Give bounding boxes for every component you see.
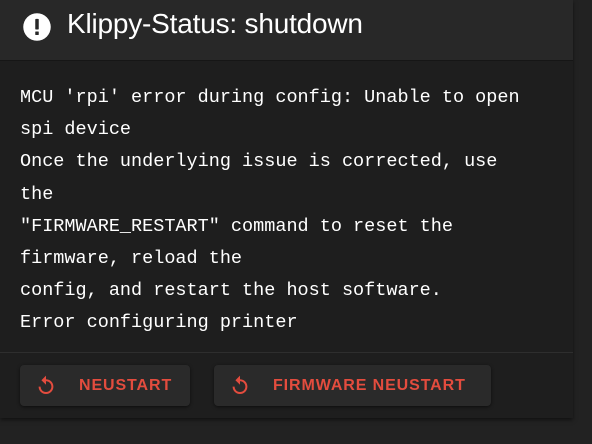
klippy-status-card: Klippy-Status: shutdown MCU 'rpi' error … [0, 0, 573, 418]
actions-divider [0, 352, 573, 353]
message-line: firmware, reload the [20, 248, 243, 270]
message-line: MCU 'rpi' error during config: Unable to… [20, 87, 520, 108]
firmware-restart-button-label: FIRMWARE NEUSTART [273, 377, 466, 394]
restart-button[interactable]: NEUSTART [20, 365, 190, 406]
message-line: Once the underlying issue is corrected, … [20, 151, 498, 173]
restart-icon [38, 375, 54, 394]
firmware-restart-button[interactable]: FIRMWARE NEUSTART [214, 365, 491, 406]
message-line: Error configuring printer [20, 312, 298, 334]
message-line: "FIRMWARE_RESTART" command to reset the [20, 215, 453, 237]
card-header: Klippy-Status: shutdown [0, 0, 573, 60]
restart-icon [232, 375, 248, 394]
message-line: spi device [20, 119, 132, 141]
header-divider [0, 60, 573, 61]
error-message: MCU 'rpi' error during config: Unable to… [20, 82, 560, 340]
message-line: the [20, 183, 54, 205]
alert-circle-icon [23, 13, 51, 41]
message-line: config, and restart the host software. [20, 280, 442, 302]
card-title: Klippy-Status: shutdown [67, 8, 363, 39]
restart-button-label: NEUSTART [79, 377, 173, 394]
